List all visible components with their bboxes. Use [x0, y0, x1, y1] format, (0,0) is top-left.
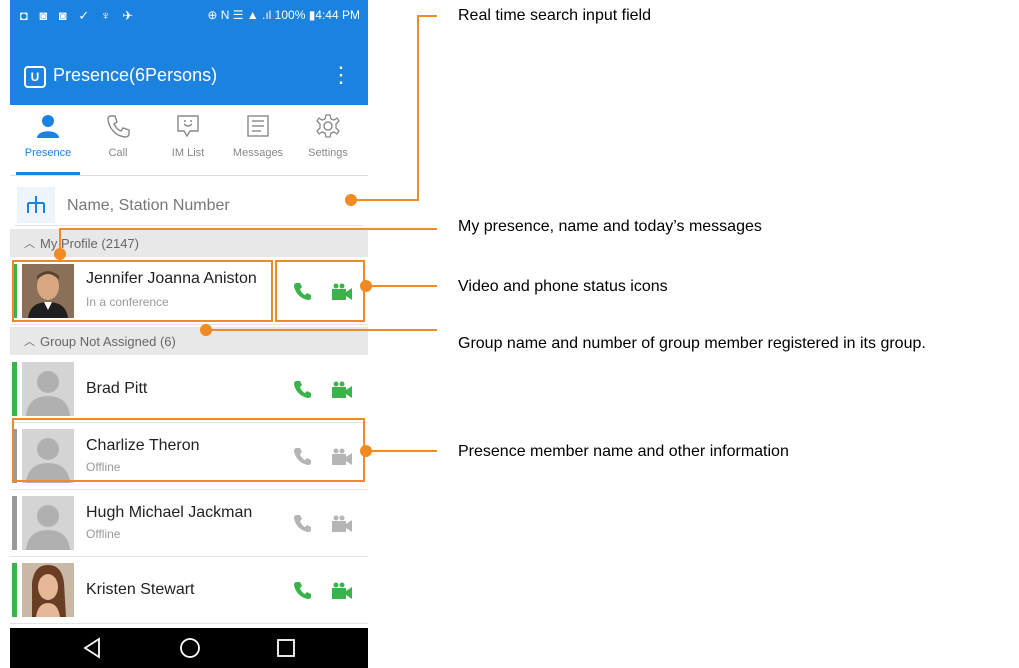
status-bar: ◘ ◙ ◙ ✓ ♆ ✈ ⊕ N ☰ ▲ .ıl 100% ▮4:44 PM: [10, 0, 368, 30]
back-icon[interactable]: [80, 636, 104, 660]
video-status-icon[interactable]: [331, 515, 353, 533]
callout-group: Group name and number of group member re…: [458, 335, 926, 352]
section-my-profile[interactable]: ︿ My Profile (2147): [10, 229, 368, 257]
callout-status-icons: Video and phone status icons: [458, 278, 668, 295]
notification-icons: ◘ ◙ ◙ ✓ ♆ ✈: [20, 8, 138, 23]
contact-name: Brad Pitt: [86, 380, 148, 397]
tab-presence[interactable]: Presence: [13, 105, 83, 175]
phone-status-icon[interactable]: [293, 379, 313, 399]
system-status: ⊕ N ☰ ▲ .ıl 100% ▮4:44 PM: [207, 8, 360, 22]
presence-status-bar: [12, 563, 17, 617]
chat-icon: [177, 115, 199, 138]
tab-label: Presence: [24, 147, 72, 159]
avatar: [22, 362, 74, 416]
overflow-menu-icon[interactable]: ⋮: [330, 64, 352, 86]
highlight-my-profile: [12, 260, 273, 322]
list-item[interactable]: Kristen Stewart: [10, 557, 368, 624]
tab-label: Messages: [232, 147, 284, 159]
phone-status-icon[interactable]: [293, 513, 313, 533]
avatar: [22, 563, 74, 617]
callout-search: Real time search input field: [458, 7, 651, 24]
search-input[interactable]: [65, 191, 349, 221]
org-chart-icon: [27, 196, 45, 213]
person-icon: [37, 115, 59, 138]
contact-status: Offline: [86, 527, 121, 541]
contact-name: Hugh Michael Jackman: [86, 504, 253, 521]
section-group-not-assigned[interactable]: ︿ Group Not Assigned (6): [10, 327, 368, 355]
tab-im-list[interactable]: IM List: [153, 105, 223, 175]
chevron-up-icon: ︿: [24, 238, 35, 250]
presence-status-bar: [12, 362, 17, 416]
navigation-bar: [10, 628, 368, 668]
tab-bar: Presence Call IM List Messages Settings: [10, 105, 368, 176]
home-icon[interactable]: [178, 636, 202, 660]
list-item[interactable]: Brad Pitt: [10, 356, 368, 423]
tab-label: IM List: [171, 147, 205, 159]
search-bar: [15, 185, 363, 226]
tab-call[interactable]: Call: [83, 105, 153, 175]
tab-label: Settings: [308, 147, 348, 159]
page-title: Presence(6Persons): [53, 65, 218, 85]
phone-status-icon[interactable]: [293, 580, 313, 600]
section-label: Group Not Assigned (6): [40, 334, 176, 349]
chevron-up-icon: ︿: [24, 336, 35, 348]
tab-messages[interactable]: Messages: [223, 105, 293, 175]
presence-status-bar: [12, 496, 17, 550]
app-logo-icon: U: [24, 66, 46, 88]
video-status-icon[interactable]: [331, 582, 353, 600]
video-status-icon[interactable]: [331, 381, 353, 399]
section-label: My Profile (2147): [40, 236, 139, 251]
callout-my-presence: My presence, name and today’s messages: [458, 218, 762, 235]
callout-member: Presence member name and other informati…: [458, 443, 789, 460]
gear-icon: [316, 114, 340, 138]
list-icon: [247, 115, 269, 137]
tab-label: Call: [108, 147, 128, 159]
contact-name: Kristen Stewart: [86, 581, 195, 598]
highlight-status-icons: [275, 260, 365, 322]
highlight-member-row: [12, 418, 365, 482]
list-item[interactable]: Hugh Michael Jackman Offline: [10, 490, 368, 557]
org-chart-button[interactable]: [17, 187, 55, 223]
avatar: [22, 496, 74, 550]
tab-settings[interactable]: Settings: [293, 105, 363, 175]
recents-icon[interactable]: [274, 636, 298, 660]
phone-screen: ◘ ◙ ◙ ✓ ♆ ✈ ⊕ N ☰ ▲ .ıl 100% ▮4:44 PM U …: [10, 0, 368, 668]
phone-icon: [107, 115, 130, 138]
app-bar: U Presence(6Persons) ⋮: [10, 30, 368, 105]
